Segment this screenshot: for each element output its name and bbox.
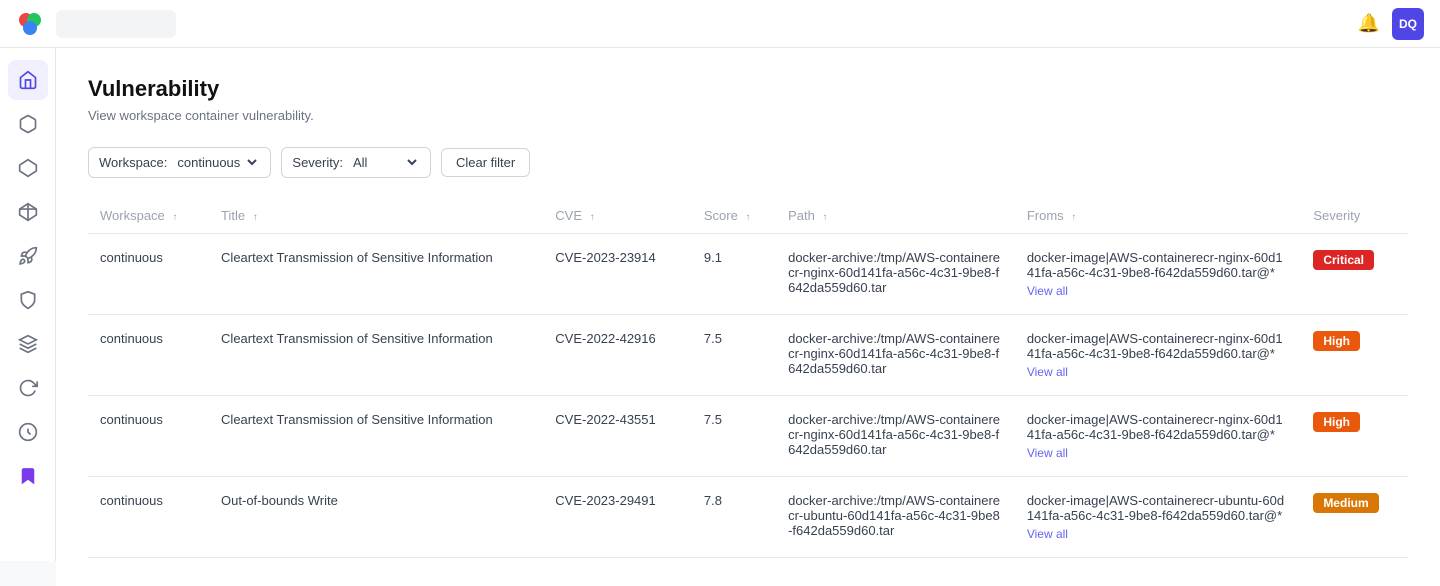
table-body: continuous Cleartext Transmission of Sen… [88,234,1408,558]
col-severity: Severity [1301,198,1408,234]
cell-severity-1: High [1301,315,1408,396]
cell-path-0: docker-archive:/tmp/AWS-containerecr-ngi… [776,234,1015,315]
main-content: Vulnerability View workspace container v… [56,48,1440,586]
cell-score-2: 7.5 [692,396,776,477]
avatar[interactable]: DQ [1392,8,1424,40]
sidebar-item-packages[interactable] [8,104,48,144]
cell-froms-1: docker-image|AWS-containerecr-nginx-60d1… [1015,315,1301,396]
cell-path-1: docker-archive:/tmp/AWS-containerecr-ngi… [776,315,1015,396]
notification-bell-icon[interactable]: 🔔 [1358,13,1380,34]
col-froms: Froms ↑ [1015,198,1301,234]
severity-filter-label: Severity: [292,155,343,170]
vulnerability-table: Workspace ↑ Title ↑ CVE ↑ Score ↑ Path ↑… [88,198,1408,558]
col-score: Score ↑ [692,198,776,234]
cell-path-2: docker-archive:/tmp/AWS-containerecr-ngi… [776,396,1015,477]
search-bar [56,10,176,38]
view-all-link-1[interactable]: View all [1027,365,1289,379]
filter-bar: Workspace: continuous staging production… [88,147,1408,178]
cell-title-3: Out-of-bounds Write [209,477,543,558]
view-all-link-0[interactable]: View all [1027,284,1289,298]
sort-score-icon[interactable]: ↑ [745,212,750,223]
cell-title-0: Cleartext Transmission of Sensitive Info… [209,234,543,315]
cell-severity-3: Medium [1301,477,1408,558]
cell-cve-1: CVE-2022-42916 [543,315,692,396]
sort-workspace-icon[interactable]: ↑ [172,212,177,223]
sidebar-item-hexagon[interactable] [8,148,48,188]
cell-title-1: Cleartext Transmission of Sensitive Info… [209,315,543,396]
cell-score-0: 9.1 [692,234,776,315]
cell-workspace-0: continuous [88,234,209,315]
workspace-filter-select[interactable]: continuous staging production [173,154,260,171]
cell-severity-0: Critical [1301,234,1408,315]
sidebar [0,48,56,561]
cell-froms-2: docker-image|AWS-containerecr-nginx-60d1… [1015,396,1301,477]
col-path: Path ↑ [776,198,1015,234]
cell-froms-3: docker-image|AWS-containerecr-ubuntu-60d… [1015,477,1301,558]
severity-badge-2: High [1313,412,1360,432]
cell-cve-2: CVE-2022-43551 [543,396,692,477]
sort-froms-icon[interactable]: ↑ [1071,212,1076,223]
cell-workspace-2: continuous [88,396,209,477]
cell-froms-0: docker-image|AWS-containerecr-nginx-60d1… [1015,234,1301,315]
sidebar-item-deploy[interactable] [8,192,48,232]
table-header: Workspace ↑ Title ↑ CVE ↑ Score ↑ Path ↑… [88,198,1408,234]
severity-badge-0: Critical [1313,250,1374,270]
cell-score-3: 7.8 [692,477,776,558]
cell-cve-0: CVE-2023-23914 [543,234,692,315]
table-row: continuous Out-of-bounds Write CVE-2023-… [88,477,1408,558]
topbar-right: 🔔 DQ [1358,8,1424,40]
sort-title-icon[interactable]: ↑ [253,212,258,223]
view-all-link-3[interactable]: View all [1027,527,1289,541]
topbar: 🔔 DQ [0,0,1440,48]
sort-cve-icon[interactable]: ↑ [590,212,595,223]
sidebar-item-home[interactable] [8,60,48,100]
sidebar-item-circle[interactable] [8,412,48,452]
page-subtitle: View workspace container vulnerability. [88,108,1408,123]
cell-severity-2: High [1301,396,1408,477]
col-title: Title ↑ [209,198,543,234]
sidebar-item-refresh[interactable] [8,368,48,408]
cell-score-1: 7.5 [692,315,776,396]
sidebar-item-shield[interactable] [8,280,48,320]
clear-filter-button[interactable]: Clear filter [441,148,530,177]
view-all-link-2[interactable]: View all [1027,446,1289,460]
sidebar-item-bookmark[interactable] [8,456,48,496]
sort-path-icon[interactable]: ↑ [822,212,827,223]
app-logo [16,10,44,38]
table-row: continuous Cleartext Transmission of Sen… [88,234,1408,315]
sidebar-item-rocket[interactable] [8,236,48,276]
workspace-filter: Workspace: continuous staging production [88,147,271,178]
workspace-filter-label: Workspace: [99,155,167,170]
cell-title-2: Cleartext Transmission of Sensitive Info… [209,396,543,477]
severity-badge-1: High [1313,331,1360,351]
severity-filter: Severity: All Critical High Medium Low [281,147,431,178]
cell-cve-3: CVE-2023-29491 [543,477,692,558]
severity-filter-select[interactable]: All Critical High Medium Low [349,154,420,171]
page-title: Vulnerability [88,76,1408,102]
cell-workspace-1: continuous [88,315,209,396]
table-row: continuous Cleartext Transmission of Sen… [88,396,1408,477]
severity-badge-3: Medium [1313,493,1378,513]
topbar-left [16,10,176,38]
table-row: continuous Cleartext Transmission of Sen… [88,315,1408,396]
sidebar-item-layers[interactable] [8,324,48,364]
col-workspace: Workspace ↑ [88,198,209,234]
cell-workspace-3: continuous [88,477,209,558]
col-cve: CVE ↑ [543,198,692,234]
cell-path-3: docker-archive:/tmp/AWS-containerecr-ubu… [776,477,1015,558]
